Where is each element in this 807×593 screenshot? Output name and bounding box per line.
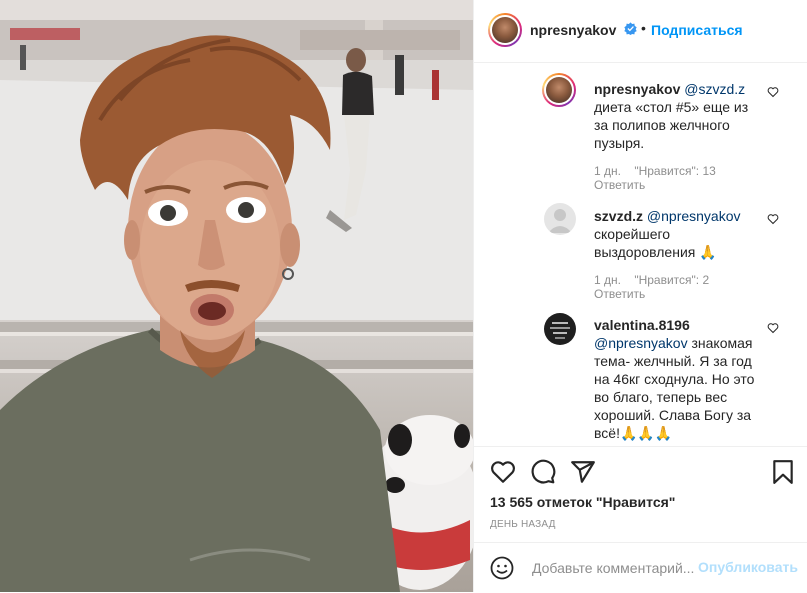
heart-icon[interactable]: [767, 322, 779, 334]
comment-text-line: всё!🙏🙏🙏: [594, 425, 673, 441]
comment-text-line: скорейшего: [594, 226, 671, 242]
author-avatar[interactable]: [488, 13, 522, 47]
comment-avatar[interactable]: [542, 73, 576, 107]
default-avatar-icon: [548, 209, 572, 233]
comments-list[interactable]: npresnyakov @szvzd.z диета «стол #5» еще…: [474, 63, 807, 445]
comment-age[interactable]: 1 дн.: [594, 273, 621, 287]
comment-text-line: во благо, теперь вес: [594, 389, 728, 405]
author-username[interactable]: npresnyakov: [530, 22, 616, 38]
comment-meta: 1 дн. "Нравится": 13 Ответить: [594, 164, 766, 192]
like-heart-icon[interactable]: [490, 459, 516, 485]
add-comment-bar: Опубликовать: [474, 542, 807, 593]
comment-username[interactable]: szvzd.z: [594, 208, 643, 224]
comment-text-line: за полипов желчного: [594, 117, 730, 133]
comment-mention[interactable]: @npresnyakov: [647, 208, 741, 224]
emoji-icon[interactable]: [490, 556, 514, 580]
post-photo-illustration: [0, 0, 473, 592]
comment-body: npresnyakov @szvzd.z диета «стол #5» еще…: [594, 80, 766, 152]
list-item: valentina.8196 @npresnyakov знакомая тем…: [594, 316, 766, 442]
comment-mention[interactable]: @szvzd.z: [684, 81, 745, 97]
comment-meta: 1 дн. "Нравится": 2 Ответить: [594, 273, 766, 301]
reply-button[interactable]: Ответить: [594, 287, 756, 301]
list-item: szvzd.z @npresnyakov скорейшего выздоров…: [594, 207, 766, 301]
heart-icon[interactable]: [767, 213, 779, 225]
comment-body: valentina.8196 @npresnyakov знакомая тем…: [594, 316, 766, 442]
publish-button[interactable]: Опубликовать: [698, 559, 798, 575]
comment-age[interactable]: 1 дн.: [594, 164, 621, 178]
comment-likes[interactable]: "Нравится": 13: [634, 164, 716, 178]
comment-username[interactable]: npresnyakov: [594, 81, 680, 97]
comment-avatar[interactable]: [544, 313, 576, 345]
header-separator: •: [641, 20, 646, 36]
avatar-image: [550, 322, 570, 339]
comment-likes[interactable]: "Нравится": 2: [634, 273, 709, 287]
comment-icon[interactable]: [530, 459, 556, 485]
post-actions: 13 565 отметок "Нравится" ДЕНЬ НАЗАД: [474, 446, 807, 543]
reply-button[interactable]: Ответить: [594, 178, 756, 192]
heart-icon[interactable]: [767, 86, 779, 98]
post-timestamp[interactable]: ДЕНЬ НАЗАД: [490, 519, 556, 530]
comment-body: szvzd.z @npresnyakov скорейшего выздоров…: [594, 207, 766, 261]
comment-text-line: хороший. Слава Богу за: [594, 407, 752, 423]
comment-text-line: на 46кг сходнула. Но это: [594, 371, 755, 387]
post-photo[interactable]: [0, 0, 473, 592]
share-icon[interactable]: [570, 459, 596, 485]
bookmark-icon[interactable]: [770, 459, 796, 485]
post-header: npresnyakov • Подписаться: [474, 0, 807, 63]
list-item: npresnyakov @szvzd.z диета «стол #5» еще…: [594, 80, 766, 192]
comment-text-line: пузыря.: [594, 135, 645, 151]
comment-text-line: тема- желчный. Я за год: [594, 353, 752, 369]
comment-text-line: выздоровления 🙏: [594, 244, 717, 260]
comment-username[interactable]: valentina.8196: [594, 317, 690, 333]
post-side-panel: npresnyakov • Подписаться npresnyakov @s…: [473, 0, 807, 592]
comment-text-line: знакомая: [691, 335, 753, 351]
follow-button[interactable]: Подписаться: [651, 22, 743, 38]
comment-mention[interactable]: @npresnyakov: [594, 335, 688, 351]
verified-badge-icon: [624, 22, 637, 35]
comment-avatar[interactable]: [544, 203, 576, 235]
comment-text-line: диета «стол #5» еще из: [594, 99, 749, 115]
likes-count[interactable]: 13 565 отметок "Нравится": [490, 494, 675, 510]
